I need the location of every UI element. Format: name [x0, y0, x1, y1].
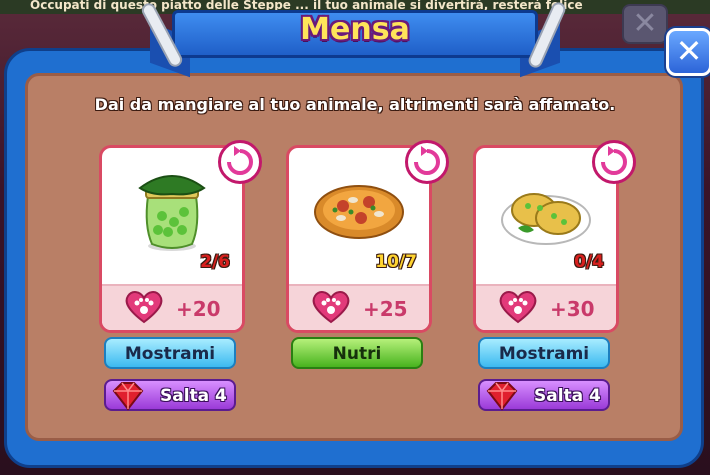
refresh-icon[interactable]	[218, 140, 262, 184]
happiness-bonus: +25	[363, 297, 408, 321]
pea-jar-icon	[132, 166, 212, 260]
food-count: 2/6	[200, 252, 230, 272]
background-close-icon: ✕	[622, 4, 668, 44]
skip-button[interactable]: Salta 4	[104, 379, 236, 411]
happiness-bonus: +30	[550, 297, 595, 321]
skip-label: Salta 4	[534, 386, 601, 406]
show-me-button[interactable]: Mostrami	[104, 337, 236, 369]
feed-button[interactable]: Nutri	[291, 337, 423, 369]
happiness-bonus: +20	[176, 297, 221, 321]
card-reward-strip: +30	[476, 284, 616, 330]
title-ribbon: Mensa	[150, 0, 560, 78]
dialog-title: Mensa	[300, 12, 410, 47]
heart-paw-icon	[498, 290, 538, 324]
card-reward-strip: +25	[289, 284, 429, 330]
close-button[interactable]: ✕	[666, 28, 710, 76]
heart-paw-icon	[124, 290, 164, 324]
card-reward-strip: +20	[102, 284, 242, 330]
heart-paw-icon	[311, 290, 351, 324]
dialog-subtitle: Dai da mangiare al tuo animale, altrimen…	[94, 95, 616, 114]
skip-button[interactable]: Salta 4	[478, 379, 610, 411]
ruby-icon	[482, 379, 522, 413]
pizza-icon	[313, 180, 405, 246]
refresh-icon[interactable]	[592, 140, 636, 184]
ruby-icon	[108, 379, 148, 413]
pea-cakes-icon	[500, 178, 592, 252]
refresh-icon[interactable]	[405, 140, 449, 184]
food-count: 0/4	[574, 252, 604, 272]
food-count: 10/7	[375, 252, 417, 272]
show-me-button[interactable]: Mostrami	[478, 337, 610, 369]
skip-label: Salta 4	[160, 386, 227, 406]
